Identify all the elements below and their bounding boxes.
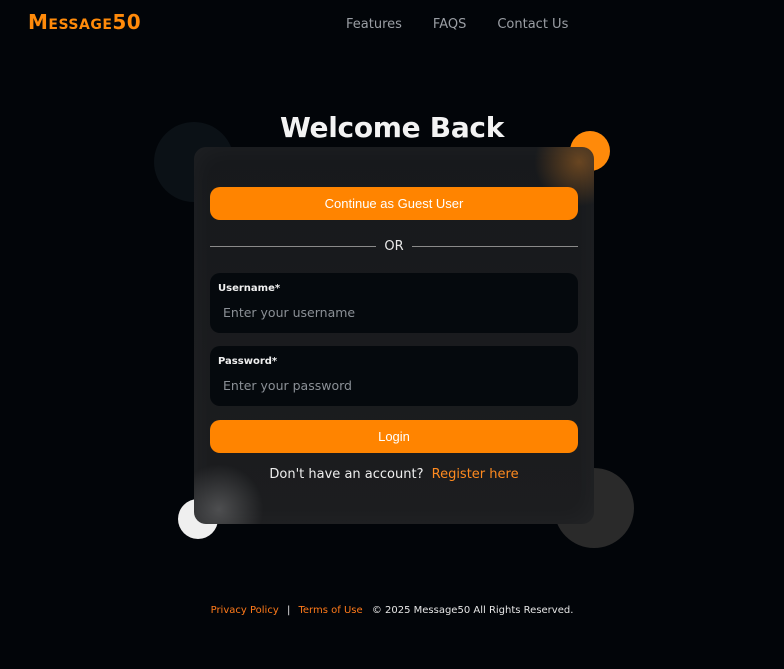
divider-text: OR <box>384 238 404 254</box>
password-field[interactable]: Password* <box>210 346 578 406</box>
username-field[interactable]: Username* <box>210 273 578 333</box>
brand-logo[interactable]: Message50 <box>28 10 141 34</box>
page-title: Welcome Back <box>279 110 505 144</box>
privacy-policy-link[interactable]: Privacy Policy <box>211 605 279 616</box>
top-nav: Features FAQS Contact Us <box>346 17 568 32</box>
login-button[interactable]: Login <box>210 420 578 453</box>
register-prompt: Don't have an account? Register here <box>194 467 594 482</box>
divider-line-left <box>210 245 377 247</box>
or-divider: OR <box>210 238 579 254</box>
divider-line-right <box>411 245 579 247</box>
nav-link-features[interactable]: Features <box>346 17 402 32</box>
nav-link-contact-us[interactable]: Contact Us <box>497 17 568 32</box>
terms-of-use-link[interactable]: Terms of Use <box>299 605 363 616</box>
nav-link-faqs[interactable]: FAQS <box>433 17 466 32</box>
username-input[interactable] <box>221 301 565 323</box>
copyright-text: © 2025 Message50 All Rights Reserved. <box>371 605 574 616</box>
footer-separator: | <box>286 605 291 616</box>
register-link[interactable]: Register here <box>432 467 519 482</box>
username-label: Username* <box>218 283 281 294</box>
login-card: Continue as Guest User OR Username* Pass… <box>194 147 594 524</box>
password-label: Password* <box>218 356 278 367</box>
footer: Privacy Policy | Terms of Use © 2025 Mes… <box>0 605 784 616</box>
login-page: Message50 Features FAQS Contact Us Welco… <box>0 0 784 669</box>
password-input[interactable] <box>221 374 565 396</box>
guest-login-button[interactable]: Continue as Guest User <box>210 187 578 220</box>
register-prompt-text: Don't have an account? <box>269 467 424 482</box>
